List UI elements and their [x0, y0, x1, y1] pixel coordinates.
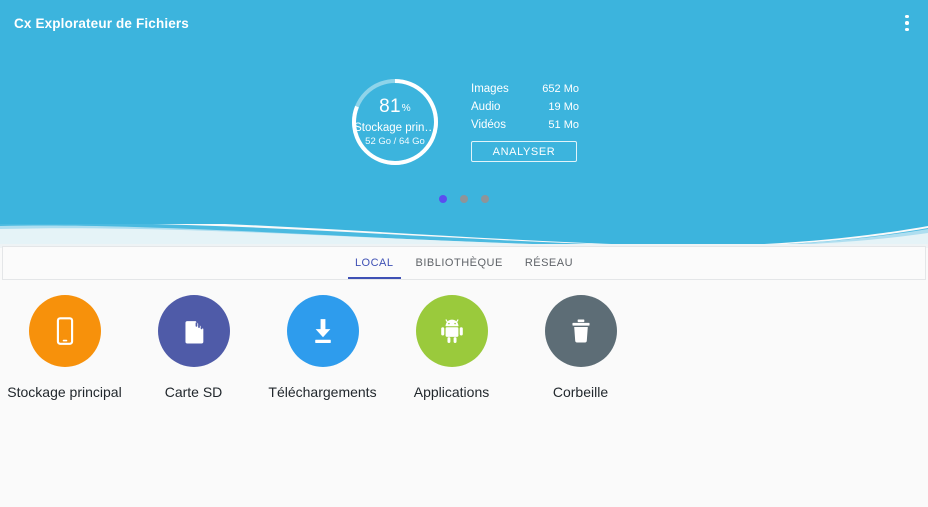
shortcut-icon-background: [28, 295, 101, 367]
more-vertical-icon[interactable]: [892, 8, 922, 38]
shortcut-label: Stockage principal: [7, 384, 122, 400]
tab-bibliotheque[interactable]: BIBLIOTHÈQUE: [405, 247, 514, 279]
android-icon: [436, 315, 468, 347]
shortcut-label: Téléchargements: [268, 384, 377, 400]
shortcut-icon-background: [544, 295, 617, 367]
phone-icon: [48, 314, 82, 348]
shortcut-corbeille[interactable]: Corbeille: [516, 295, 645, 400]
overflow-dot: [905, 21, 909, 25]
shortcut-carte-sd[interactable]: Carte SD: [129, 295, 258, 400]
storage-donut-chart[interactable]: 81% Stockage prin… 52 Go / 64 Go: [349, 76, 441, 168]
header-hero: Cx Explorateur de Fichiers 81% Stockage …: [0, 0, 928, 248]
page-dot-1[interactable]: [439, 195, 447, 203]
tab-bar: LOCAL BIBLIOTHÈQUE RÉSEAU: [2, 246, 926, 280]
tab-local[interactable]: LOCAL: [344, 247, 405, 279]
stat-label: Audio: [471, 101, 501, 113]
sd-card-icon: [178, 315, 210, 347]
app-bar: Cx Explorateur de Fichiers: [0, 0, 928, 46]
stat-value: 51 Mo: [548, 119, 579, 131]
app-title: Cx Explorateur de Fichiers: [14, 15, 189, 31]
page-dot-3[interactable]: [481, 195, 489, 203]
analyse-button[interactable]: ANALYSER: [471, 141, 577, 162]
shortcut-label: Applications: [413, 384, 490, 400]
storage-size-text: 52 Go / 64 Go: [365, 135, 425, 147]
storage-stats-list: Images 652 Mo Audio 19 Mo Vidéos 51 Mo A…: [471, 80, 579, 162]
shortcut-icon-background: [286, 295, 359, 367]
storage-donut-labels: 81% Stockage prin… 52 Go / 64 Go: [349, 76, 441, 168]
stat-value: 652 Mo: [542, 83, 579, 95]
stat-row: Images 652 Mo: [471, 80, 579, 98]
download-icon: [306, 314, 340, 348]
shortcut-grid: Stockage principal Carte SD Téléchargeme…: [0, 295, 928, 400]
trash-icon: [565, 315, 597, 347]
storage-percent: 81%: [379, 95, 411, 120]
stat-label: Images: [471, 83, 509, 95]
shortcut-applications[interactable]: Applications: [387, 295, 516, 400]
stat-value: 19 Mo: [548, 101, 579, 113]
shortcut-stockage-principal[interactable]: Stockage principal: [0, 295, 129, 400]
tab-reseau[interactable]: RÉSEAU: [514, 247, 584, 279]
shortcut-icon-background: [415, 295, 488, 367]
page-dot-2[interactable]: [460, 195, 468, 203]
shortcut-icon-background: [157, 295, 230, 367]
stat-row: Audio 19 Mo: [471, 98, 579, 116]
overflow-dot: [905, 27, 909, 32]
shortcut-label: Corbeille: [552, 384, 609, 400]
shortcut-label: Carte SD: [164, 384, 223, 400]
storage-percent-unit: %: [401, 102, 411, 114]
shortcut-telechargements[interactable]: Téléchargements: [258, 295, 387, 400]
storage-percent-value: 81: [379, 95, 401, 117]
overflow-dot: [905, 14, 909, 19]
storage-volume-name: Stockage prin…: [354, 121, 436, 134]
stat-row: Vidéos 51 Mo: [471, 116, 579, 134]
page-indicator: [0, 195, 928, 203]
storage-summary-card: 81% Stockage prin… 52 Go / 64 Go Images …: [0, 62, 928, 182]
stat-label: Vidéos: [471, 119, 506, 131]
